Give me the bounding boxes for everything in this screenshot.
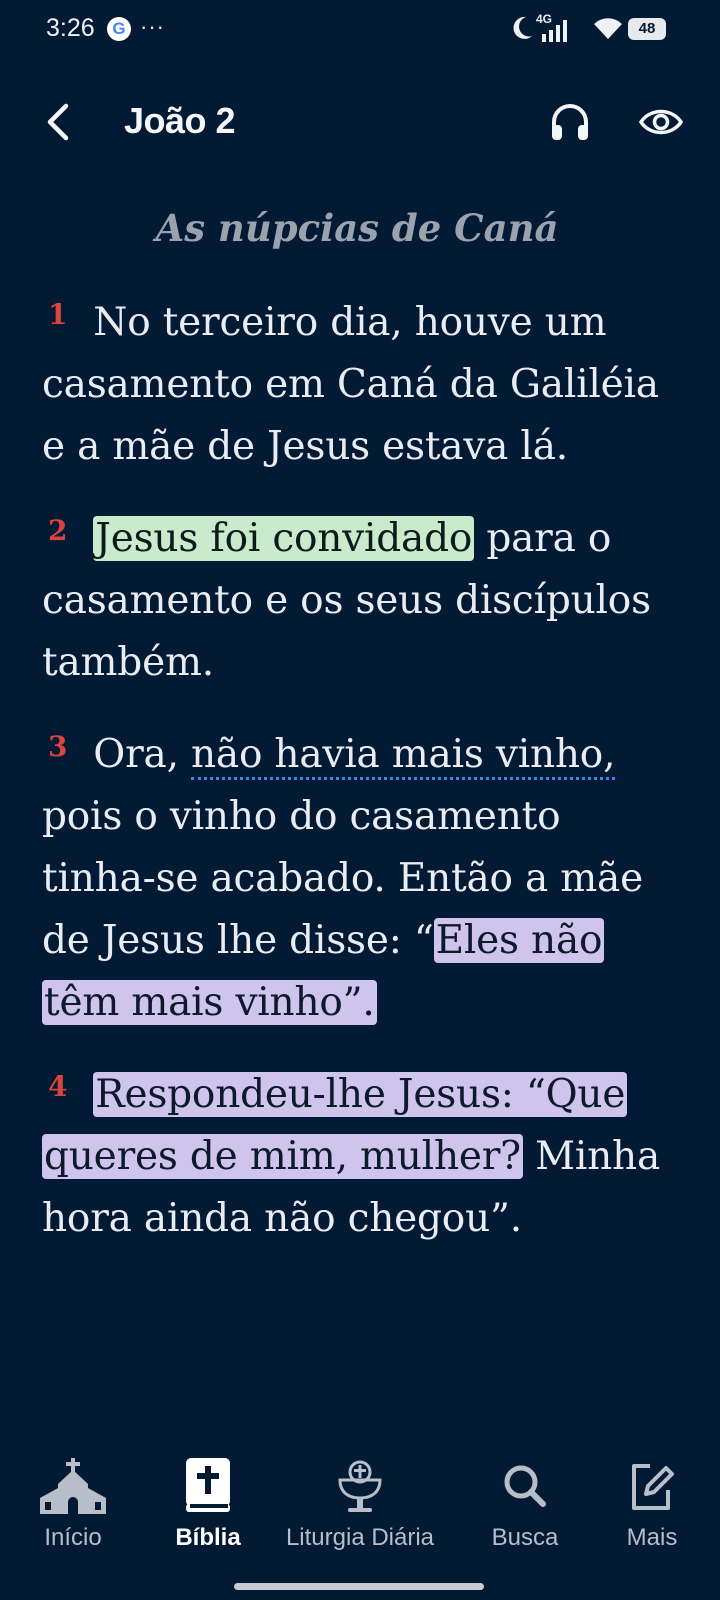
verse[interactable]: 4 Respondeu-lhe Jesus: “Que queres de mim… — [42, 1064, 672, 1250]
bottom-navigation: Início Bíblia Liturgia Diária Busca Mais — [0, 1440, 720, 1600]
verse[interactable]: 3 Ora, não havia mais vinho, pois o vinho… — [42, 724, 672, 1034]
verse[interactable]: 1 No terceiro dia, houve um casamento em … — [42, 292, 672, 478]
wifi-icon — [594, 18, 622, 39]
audio-button[interactable] — [548, 100, 592, 144]
nav-item-biblia[interactable]: Bíblia — [138, 1440, 278, 1552]
verse-text: No terceiro dia, houve um casamento em C… — [42, 300, 659, 469]
section-heading: As núpcias de Caná — [155, 206, 559, 250]
chapter-content: As núpcias de Caná 1 No terceiro dia, hou… — [42, 200, 672, 1280]
nav-item-liturgia[interactable]: Liturgia Diária — [286, 1440, 434, 1552]
headphones-icon — [552, 104, 588, 140]
underlined-text[interactable]: não havia mais vinho, — [190, 732, 615, 780]
nav-label: Busca — [491, 1524, 559, 1551]
google-icon: G — [107, 17, 131, 41]
page-title[interactable]: João 2 — [124, 100, 236, 142]
home-indicator[interactable] — [234, 1583, 484, 1590]
edit-icon — [632, 1464, 674, 1510]
nav-label: Bíblia — [175, 1524, 241, 1551]
status-bar: 3:26 G ··· 4G 48 — [0, 0, 720, 62]
battery-icon: 48 — [628, 18, 666, 40]
signal-icon — [542, 20, 567, 42]
view-options-button[interactable] — [638, 102, 684, 142]
verse-text: Ora, — [93, 732, 191, 777]
chalice-icon — [338, 1460, 382, 1512]
nav-item-inicio[interactable]: Início — [3, 1440, 143, 1552]
nav-label: Início — [44, 1524, 102, 1551]
app-bar: João 2 — [0, 80, 720, 164]
highlighted-text-green[interactable]: Jesus foi convidado — [93, 516, 475, 561]
verse-number: 2 — [48, 514, 68, 547]
verse[interactable]: 2 Jesus foi convidado para o casamento e … — [42, 508, 672, 694]
verse-number: 3 — [48, 730, 68, 763]
verse-number: 1 — [48, 298, 68, 331]
verse-number: 4 — [48, 1070, 68, 1103]
back-button[interactable] — [40, 98, 80, 146]
eye-icon — [638, 109, 684, 135]
more-notifications-icon: ··· — [140, 14, 165, 39]
search-icon — [504, 1465, 546, 1507]
nav-label: Mais — [626, 1524, 678, 1551]
nav-item-mais[interactable]: Mais — [582, 1440, 720, 1552]
chevron-left-icon — [47, 103, 69, 141]
moon-icon — [513, 16, 532, 39]
church-icon — [40, 1458, 106, 1514]
nav-item-busca[interactable]: Busca — [455, 1440, 595, 1552]
status-time: 3:26 — [46, 14, 95, 42]
nav-label: Liturgia Diária — [285, 1524, 435, 1551]
bible-icon — [186, 1458, 230, 1512]
